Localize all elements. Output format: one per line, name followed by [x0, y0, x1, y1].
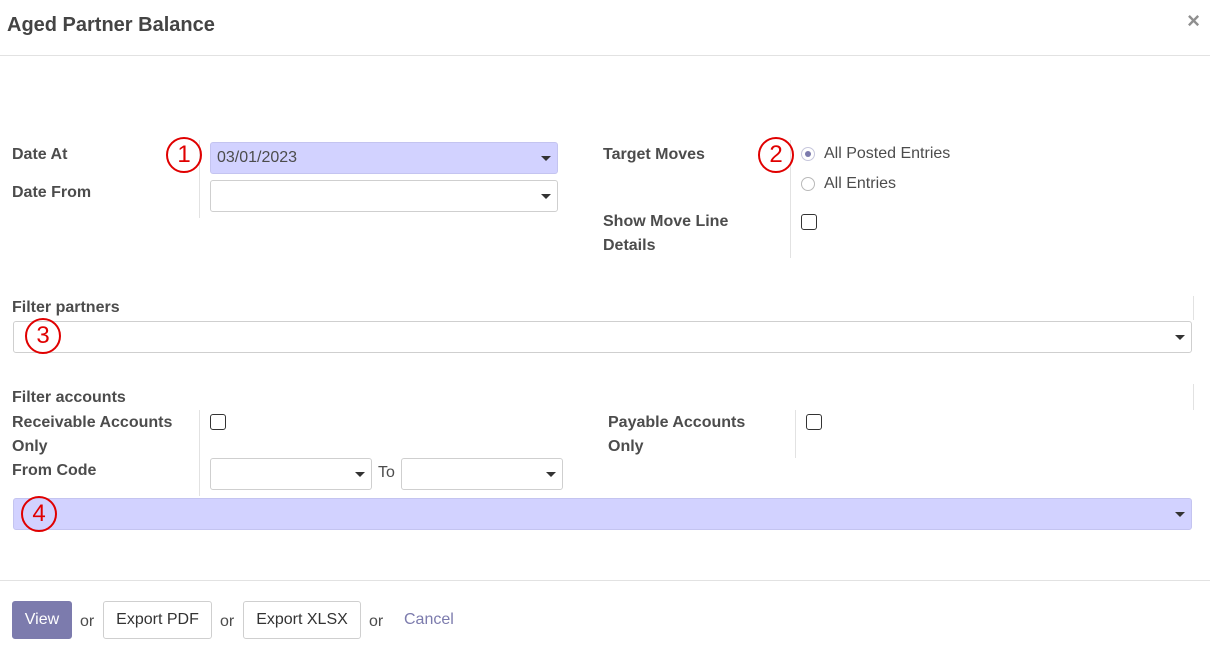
from-code-field[interactable]	[210, 458, 372, 490]
cancel-link[interactable]: Cancel	[404, 611, 454, 629]
divider	[795, 410, 796, 458]
receivable-only-checkbox[interactable]	[210, 414, 226, 430]
payable-only-label-2: Only	[608, 438, 644, 455]
divider	[199, 410, 200, 496]
accounts-field[interactable]	[13, 498, 1192, 530]
or-text: or	[369, 613, 384, 630]
footer-divider	[0, 580, 1210, 581]
date-at-field[interactable]: 03/01/2023	[210, 142, 558, 174]
filter-partners-field[interactable]	[13, 321, 1192, 353]
chevron-down-icon	[355, 472, 365, 477]
dialog-title: Aged Partner Balance	[7, 14, 215, 36]
view-button[interactable]: View	[12, 601, 72, 639]
show-move-line-details-checkbox[interactable]	[801, 214, 817, 230]
chevron-down-icon	[541, 194, 551, 199]
annotation-marker-2: 2	[758, 137, 794, 173]
annotation-marker-4: 4	[21, 496, 57, 532]
radio-all-entries[interactable]	[801, 177, 815, 191]
or-text: or	[80, 613, 95, 630]
date-at-label: Date At	[12, 146, 68, 163]
payable-only-label: Payable Accounts	[608, 414, 746, 431]
date-at-value: 03/01/2023	[217, 149, 298, 166]
or-text: or	[220, 613, 235, 630]
radio-all-posted-entries[interactable]	[801, 147, 815, 161]
date-from-field[interactable]	[210, 180, 558, 212]
export-xlsx-button[interactable]: Export XLSX	[243, 601, 361, 639]
divider	[1193, 296, 1194, 320]
from-code-label: From Code	[12, 462, 97, 479]
receivable-only-label-2: Only	[12, 438, 48, 455]
radio-label-all-posted-entries: All Posted Entries	[824, 145, 951, 162]
close-icon[interactable]: ×	[1187, 10, 1200, 32]
date-from-label: Date From	[12, 184, 92, 201]
chevron-down-icon	[546, 472, 556, 477]
dialog-header: Aged Partner Balance ×	[0, 0, 1210, 56]
receivable-only-label: Receivable Accounts	[12, 414, 173, 431]
filter-partners-label: Filter partners	[12, 299, 120, 316]
to-code-field[interactable]	[401, 458, 563, 490]
chevron-down-icon	[1175, 512, 1185, 517]
to-label: To	[378, 464, 395, 481]
chevron-down-icon	[1175, 335, 1185, 340]
payable-only-checkbox[interactable]	[806, 414, 822, 430]
divider	[1193, 384, 1194, 410]
annotation-marker-1: 1	[166, 137, 202, 173]
show-move-line-details-label-2: Details	[603, 237, 656, 254]
show-move-line-details-label: Show Move Line	[603, 213, 729, 230]
target-moves-label: Target Moves	[603, 146, 705, 163]
export-pdf-button[interactable]: Export PDF	[103, 601, 212, 639]
chevron-down-icon	[541, 156, 551, 161]
filter-accounts-label: Filter accounts	[12, 389, 126, 406]
annotation-marker-3: 3	[25, 318, 61, 354]
radio-label-all-entries: All Entries	[824, 175, 897, 192]
